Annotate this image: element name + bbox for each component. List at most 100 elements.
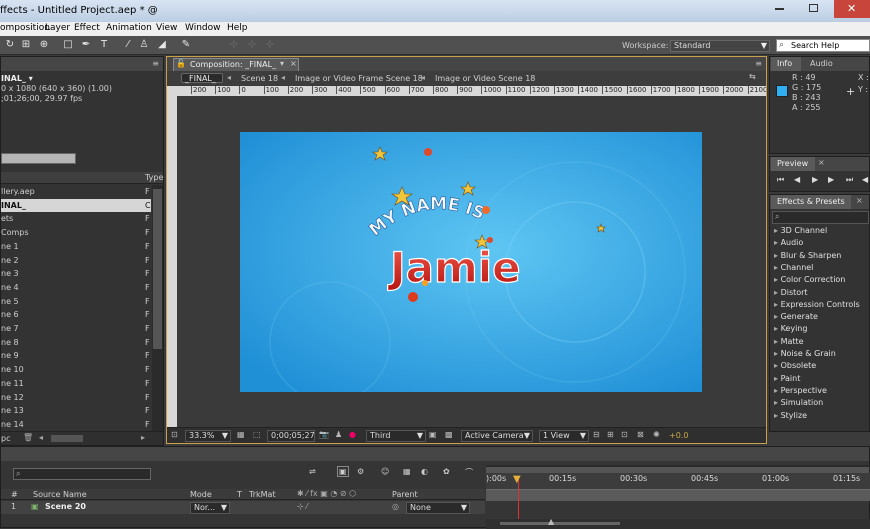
tab-effects-presets[interactable]: Effects & Presets bbox=[771, 195, 851, 209]
search-help-field[interactable]: ⌕ Search Help bbox=[776, 39, 870, 52]
t-header[interactable]: T bbox=[237, 490, 242, 499]
layer-name[interactable]: Scene 20 bbox=[45, 502, 86, 511]
close-icon[interactable]: × bbox=[818, 158, 825, 167]
project-list-item[interactable]: ne 12 F bbox=[1, 391, 151, 404]
resolution-dropdown[interactable]: Third ▼ bbox=[366, 430, 426, 442]
pickwhip-icon[interactable]: ◎ bbox=[392, 502, 399, 511]
vertical-ruler[interactable] bbox=[167, 86, 177, 428]
rotate-tool-icon[interactable]: ↻ bbox=[4, 39, 16, 51]
maximize-button[interactable] bbox=[800, 0, 828, 18]
live-update-icon[interactable]: ▣ bbox=[337, 466, 349, 477]
trkmat-header[interactable]: TrkMat bbox=[249, 490, 276, 499]
toggle-pixel-aspect-icon[interactable]: ⊟ bbox=[593, 430, 600, 439]
project-list-item[interactable]: llery.aep F bbox=[1, 185, 151, 198]
project-comp-name[interactable]: INAL_ ▾ bbox=[1, 74, 33, 83]
timeline-search-field[interactable]: ⌕ bbox=[13, 468, 151, 480]
menu-view[interactable]: View bbox=[156, 23, 177, 33]
project-list-item[interactable]: ne 3 F bbox=[1, 267, 151, 280]
effects-search-field[interactable]: ⌕ bbox=[772, 211, 869, 224]
transparency-grid-icon[interactable]: ▩ bbox=[445, 430, 453, 439]
axis-world-icon[interactable]: ⊹ bbox=[246, 39, 258, 51]
parent-header[interactable]: Parent bbox=[392, 490, 418, 499]
project-list-item[interactable]: ne 6 F bbox=[1, 308, 151, 321]
project-list-item[interactable]: ne 10 F bbox=[1, 363, 151, 376]
axis-local-icon[interactable]: ⊹ bbox=[228, 39, 240, 51]
project-list-item[interactable]: ne 4 F bbox=[1, 281, 151, 294]
layer-mode-dropdown[interactable]: Nor... ▼ bbox=[190, 502, 230, 514]
comp-viewer-frame[interactable]: MY NAME IS Jamie bbox=[240, 132, 702, 392]
project-list-item[interactable]: Comps F bbox=[1, 226, 151, 239]
breadcrumb-final[interactable]: _FINAL_ bbox=[181, 73, 223, 83]
camera-view-dropdown[interactable]: Active Camera ▼ bbox=[461, 430, 533, 442]
region-of-interest-icon[interactable]: ▣ bbox=[429, 430, 437, 439]
layer-switches[interactable]: ⊹ ⁄ bbox=[297, 502, 308, 511]
panel-menu-icon[interactable]: ≡ bbox=[152, 59, 159, 68]
workspace-dropdown[interactable]: Standard ▼ bbox=[670, 40, 770, 52]
effects-category-item[interactable]: ▸ Simulation bbox=[774, 398, 823, 407]
project-list-item[interactable]: ne 9 F bbox=[1, 349, 151, 362]
tab-composition[interactable]: 🔓 Composition: _FINAL_ ▾ × bbox=[173, 58, 299, 71]
effects-category-item[interactable]: ▸ Expression Controls bbox=[774, 300, 860, 309]
shy-layers-icon[interactable]: ☺ bbox=[381, 467, 389, 476]
clone-stamp-tool-icon[interactable]: ♙ bbox=[138, 39, 150, 51]
channel-rgb-icon[interactable]: ● bbox=[349, 430, 356, 439]
frame-blending-icon[interactable]: ▦ bbox=[403, 467, 411, 476]
project-list-item[interactable]: ne 7 F bbox=[1, 322, 151, 335]
tab-audio[interactable]: Audio bbox=[810, 59, 833, 68]
rectangle-tool-icon[interactable]: □ bbox=[62, 39, 74, 51]
trash-icon[interactable]: 🗑 bbox=[23, 433, 33, 442]
brush-tool-icon[interactable]: ⁄ bbox=[122, 39, 134, 51]
type-column-header[interactable]: Type bbox=[145, 173, 163, 182]
timeline-layer-row[interactable]: 1 ▣ Scene 20 Nor... ▼ ⊹ ⁄ ◎ None ▼ bbox=[1, 501, 485, 514]
chevron-down-icon[interactable]: ▾ bbox=[280, 59, 284, 68]
type-tool-icon[interactable]: T bbox=[98, 39, 110, 51]
view-layout-dropdown[interactable]: 1 View ▼ bbox=[539, 430, 589, 442]
camera-tool-icon[interactable]: ⊞ bbox=[20, 39, 32, 51]
effects-category-item[interactable]: ▸ Generate bbox=[774, 312, 818, 321]
tab-info[interactable]: Info bbox=[771, 57, 801, 71]
breadcrumb-image-video[interactable]: Image or Video Scene 18 bbox=[435, 74, 535, 83]
time-ruler[interactable]: ):00s 00:15s 00:30s 00:45s 01:00s 01:15s bbox=[486, 473, 870, 489]
effects-category-item[interactable]: ▸ Blur & Sharpen bbox=[774, 251, 841, 260]
project-search-field[interactable] bbox=[1, 153, 76, 164]
effects-category-item[interactable]: ▸ Color Correction bbox=[774, 275, 845, 284]
first-frame-icon[interactable]: ⏮ bbox=[777, 175, 784, 185]
snapshot-camera-icon[interactable]: 📷 bbox=[319, 430, 329, 439]
breadcrumb-image-frame[interactable]: Image or Video Frame Scene 18 bbox=[295, 74, 423, 83]
lock-icon[interactable]: 🔓 bbox=[176, 59, 186, 68]
brainstorm-icon[interactable]: ✿ bbox=[443, 467, 450, 476]
show-snapshot-icon[interactable]: ♟ bbox=[335, 430, 342, 439]
exposure-icon[interactable]: ✺ bbox=[653, 430, 660, 439]
bit-depth-label[interactable]: pc bbox=[1, 434, 10, 443]
pan-behind-tool-icon[interactable]: ⊕ bbox=[38, 39, 50, 51]
effects-category-item[interactable]: ▸ Noise & Grain bbox=[774, 349, 836, 358]
project-scroll-thumb[interactable] bbox=[153, 189, 162, 349]
close-icon[interactable]: × bbox=[856, 196, 863, 205]
play-icon[interactable]: ▶ bbox=[812, 175, 818, 184]
menu-layer[interactable]: Layer bbox=[45, 23, 70, 33]
effects-category-item[interactable]: ▸ 3D Channel bbox=[774, 226, 827, 235]
effects-category-item[interactable]: ▸ Paint bbox=[774, 374, 800, 383]
comp-mini-flowchart-icon[interactable]: ⇌ bbox=[309, 467, 316, 476]
playhead-icon[interactable]: ▼ bbox=[513, 474, 521, 485]
source-name-header[interactable]: Source Name bbox=[33, 490, 87, 499]
effects-category-item[interactable]: ▸ Keying bbox=[774, 324, 807, 333]
horizontal-ruler[interactable]: 200 100 0 100 200 300 400 500 600 700 800 900 1000 11… bbox=[177, 86, 766, 96]
project-list-item[interactable]: ne 14 F bbox=[1, 418, 151, 431]
layer-parent-dropdown[interactable]: None ▼ bbox=[406, 502, 470, 514]
zoom-out-mountain-icon[interactable]: ▲ bbox=[548, 517, 554, 526]
audio-icon[interactable]: ◀ bbox=[862, 175, 868, 184]
project-list-item[interactable]: ne 1 F bbox=[1, 240, 151, 253]
project-list-item[interactable]: ne 2 F bbox=[1, 254, 151, 267]
project-scrollbar[interactable] bbox=[152, 185, 163, 431]
mode-header[interactable]: Mode bbox=[190, 490, 212, 499]
menu-help[interactable]: Help bbox=[227, 23, 248, 33]
project-list-item[interactable]: ne 5 F bbox=[1, 295, 151, 308]
axis-view-icon[interactable]: ⊹ bbox=[264, 39, 276, 51]
project-list-item[interactable]: ets F bbox=[1, 212, 151, 225]
project-list-item[interactable]: ne 11 F bbox=[1, 377, 151, 390]
breadcrumb-scene18[interactable]: Scene 18 bbox=[241, 74, 278, 83]
magnification-dropdown[interactable]: 33.3% ▼ bbox=[185, 430, 231, 442]
project-hscroll-thumb[interactable] bbox=[51, 435, 83, 442]
flowchart-icon[interactable]: ⊠ bbox=[637, 430, 644, 439]
